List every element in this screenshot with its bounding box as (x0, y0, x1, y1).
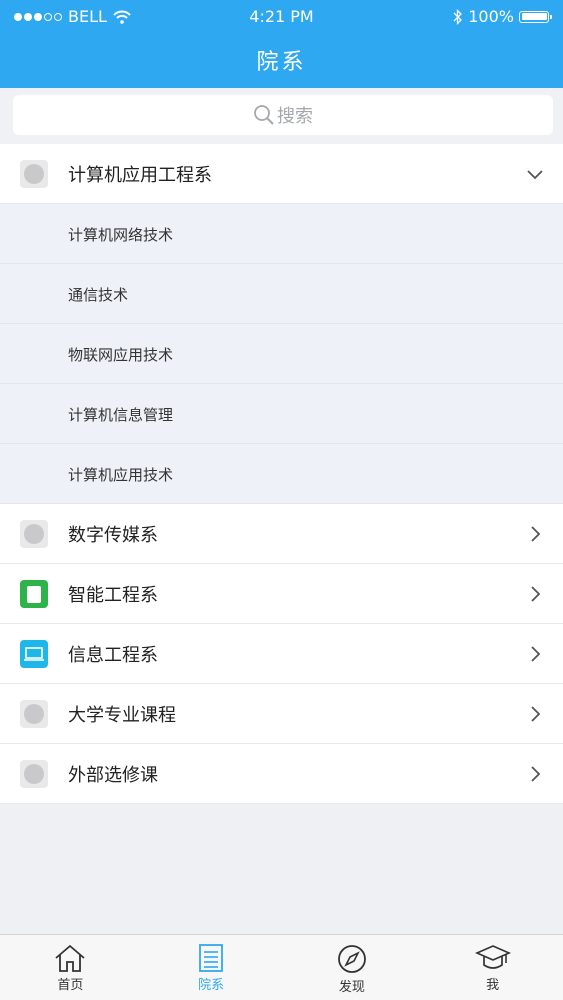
department-placeholder-icon (20, 700, 48, 728)
major-label: 通信技术 (68, 286, 129, 304)
bluetooth-icon (453, 8, 463, 25)
department-label: 计算机应用工程系 (68, 164, 212, 186)
graduation-cap-icon (474, 945, 511, 969)
department-row[interactable]: 计算机应用工程系 (0, 144, 563, 204)
chevron-right-icon[interactable] (525, 524, 545, 544)
department-row[interactable]: 外部选修课 (0, 744, 563, 804)
page-title: 院系 (256, 50, 307, 75)
department-list: 计算机应用工程系 计算机网络技术 通信技术 物联网应用技术 计算机信息管理 计算… (0, 144, 563, 804)
department-placeholder-icon (20, 160, 48, 188)
chevron-down-icon[interactable] (525, 164, 545, 184)
department-label: 数字传媒系 (68, 524, 158, 546)
major-item[interactable]: 物联网应用技术 (0, 324, 563, 384)
chevron-right-icon[interactable] (525, 704, 545, 724)
tab-label: 我 (486, 978, 500, 993)
major-item[interactable]: 通信技术 (0, 264, 563, 324)
department-row[interactable]: 大学专业课程 (0, 684, 563, 744)
chevron-right-icon[interactable] (525, 644, 545, 664)
major-label: 计算机信息管理 (68, 406, 174, 424)
chevron-right-icon[interactable] (525, 584, 545, 604)
laptop-icon (20, 640, 48, 668)
tab-discover[interactable]: 发现 (282, 935, 423, 1000)
tab-label: 院系 (198, 978, 225, 993)
department-placeholder-icon (20, 520, 48, 548)
tablet-icon (20, 580, 48, 608)
department-placeholder-icon (20, 760, 48, 788)
status-bar: BELL 4:21 PM 100% (0, 0, 563, 32)
chevron-right-icon[interactable] (525, 764, 545, 784)
tab-home[interactable]: 首页 (0, 935, 141, 1000)
list-icon (199, 944, 224, 972)
department-label: 外部选修课 (68, 764, 158, 786)
compass-icon (337, 945, 366, 973)
tab-label: 首页 (57, 978, 84, 993)
search-input[interactable]: 搜索 (13, 95, 553, 135)
top-bar: BELL 4:21 PM 100% 院系 (0, 0, 563, 88)
tab-label: 发现 (338, 980, 365, 995)
major-item[interactable]: 计算机应用技术 (0, 444, 563, 504)
department-label: 信息工程系 (68, 644, 158, 666)
department-row[interactable]: 智能工程系 (0, 564, 563, 624)
battery-percent: 100% (468, 7, 514, 26)
major-item[interactable]: 计算机网络技术 (0, 204, 563, 264)
major-label: 计算机应用技术 (68, 466, 174, 484)
major-item[interactable]: 计算机信息管理 (0, 384, 563, 444)
home-icon (55, 944, 85, 972)
tab-departments[interactable]: 院系 (141, 935, 282, 1000)
search-placeholder: 搜索 (277, 106, 313, 127)
department-label: 智能工程系 (68, 584, 158, 606)
tab-me[interactable]: 我 (422, 935, 563, 1000)
search-bar: 搜索 (0, 88, 563, 144)
tab-bar: 首页 院系 发现 我 (0, 934, 563, 1000)
department-row[interactable]: 数字传媒系 (0, 504, 563, 564)
department-row[interactable]: 信息工程系 (0, 624, 563, 684)
major-label: 物联网应用技术 (68, 346, 174, 364)
department-label: 大学专业课程 (68, 704, 176, 726)
major-label: 计算机网络技术 (68, 226, 174, 244)
search-icon (254, 105, 274, 125)
battery-icon (519, 10, 552, 23)
